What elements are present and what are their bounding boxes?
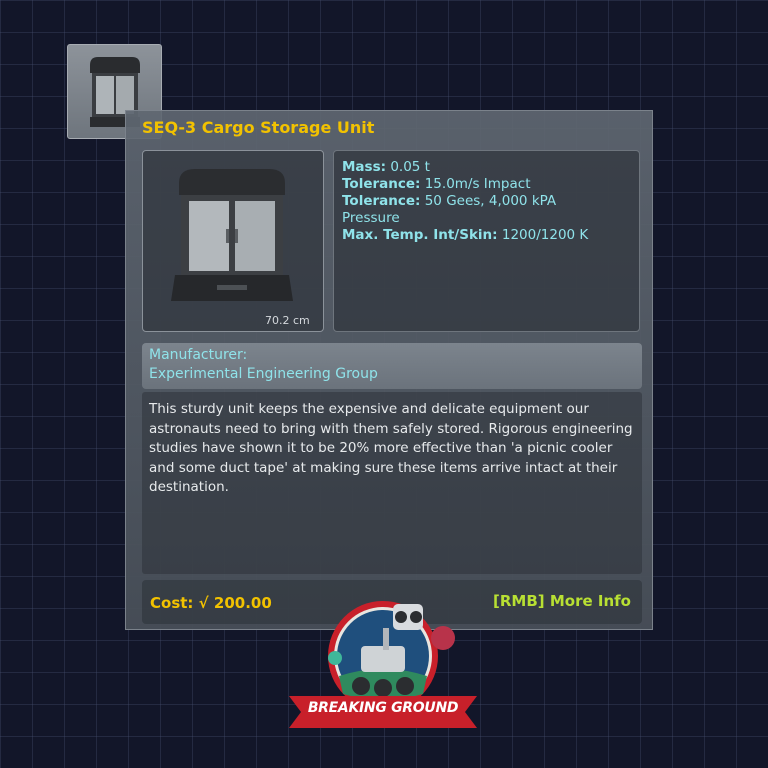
part-title: SEQ-3 Cargo Storage Unit — [142, 118, 375, 137]
funds-icon: √ — [198, 594, 209, 612]
stat-max-temp: Max. Temp. Int/Skin: 1200/1200 K — [342, 227, 589, 243]
part-cost: Cost: √ 200.00 — [150, 594, 272, 612]
cost-label: Cost: — [150, 594, 194, 612]
cargo-unit-icon — [171, 169, 293, 301]
stat-tolerance-impact: Tolerance: 15.0m/s Impact — [342, 176, 531, 192]
part-preview — [142, 150, 324, 332]
part-size: 70.2 cm — [265, 314, 310, 327]
manufacturer-panel: Manufacturer: Experimental Engineering G… — [142, 343, 642, 389]
manufacturer-name: Experimental Engineering Group — [149, 366, 378, 382]
stat-tolerance-pressure-cont: Pressure — [342, 210, 400, 226]
more-info-link[interactable]: [RMB] More Info — [493, 592, 631, 610]
part-description: This sturdy unit keeps the expensive and… — [142, 392, 642, 574]
stats-panel: Mass: 0.05 t Tolerance: 15.0m/s Impact T… — [333, 150, 640, 332]
stat-tolerance-pressure: Tolerance: 50 Gees, 4,000 kPA — [342, 193, 557, 209]
stat-mass: Mass: 0.05 t — [342, 159, 430, 175]
logo-text: BREAKING GROUND — [307, 700, 459, 716]
cost-value: 200.00 — [213, 594, 272, 612]
manufacturer-label: Manufacturer: — [149, 347, 248, 363]
